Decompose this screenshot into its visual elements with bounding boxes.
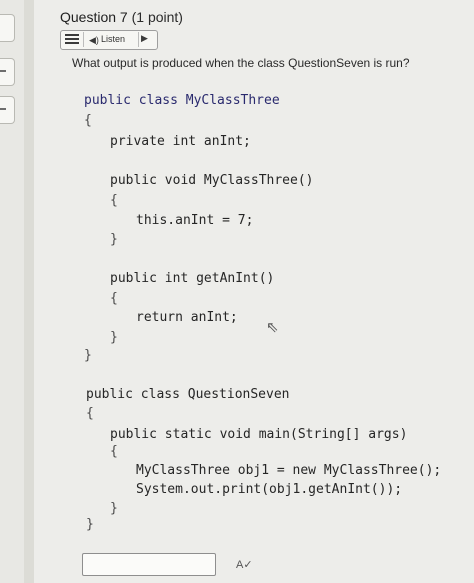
code-line: {: [110, 444, 118, 459]
code-line: {: [110, 291, 118, 306]
code-line: {: [86, 406, 94, 421]
code-line: }: [86, 517, 94, 532]
menu-icon[interactable]: [65, 34, 79, 46]
side-tab-2[interactable]: [0, 58, 15, 86]
code-line: }: [110, 232, 118, 247]
listen-label: Listen: [101, 34, 126, 44]
code-line: {: [84, 113, 92, 128]
question-prompt: What output is produced when the class Q…: [72, 56, 410, 70]
code-line: public static void main(String[] args): [110, 427, 408, 442]
left-strip: [0, 0, 24, 583]
question-points: (1 point): [131, 9, 183, 25]
side-tab-1[interactable]: [0, 14, 15, 42]
code-line: return anInt;: [136, 310, 238, 325]
listen-toolbar: ◀) Listen ▶: [60, 30, 158, 50]
code-line: System.out.print(obj1.getAnInt());: [136, 482, 403, 497]
code-line: public void MyClassThree(): [110, 173, 314, 188]
code-line: public class MyClassThree: [84, 92, 280, 110]
code-line: MyClassThree obj1 = new MyClassThree();: [136, 463, 442, 478]
question-title: Question 7 (1 point): [60, 9, 183, 25]
code-line: private int anInt;: [110, 134, 251, 149]
code-line: public class QuestionSeven: [86, 387, 290, 402]
play-icon[interactable]: ▶: [141, 33, 148, 44]
side-tab-marker: [0, 70, 6, 72]
spellcheck-icon[interactable]: A✓: [236, 558, 253, 571]
code-line: {: [110, 193, 118, 208]
code-line: }: [110, 330, 118, 345]
code-text: public class MyClassThree: [84, 93, 280, 108]
answer-input[interactable]: [82, 553, 216, 576]
code-line: }: [84, 348, 92, 363]
listen-button[interactable]: ◀) Listen: [83, 32, 139, 47]
side-tab-3[interactable]: [0, 96, 15, 124]
side-tab-marker: [0, 108, 6, 110]
code-line: }: [110, 501, 118, 516]
code-line: this.anInt = 7;: [136, 213, 254, 228]
speaker-icon: ◀): [89, 35, 99, 45]
mouse-cursor-icon: ⇖: [266, 319, 279, 336]
question-number: Question 7: [60, 9, 128, 25]
code-line: public int getAnInt(): [110, 271, 275, 286]
